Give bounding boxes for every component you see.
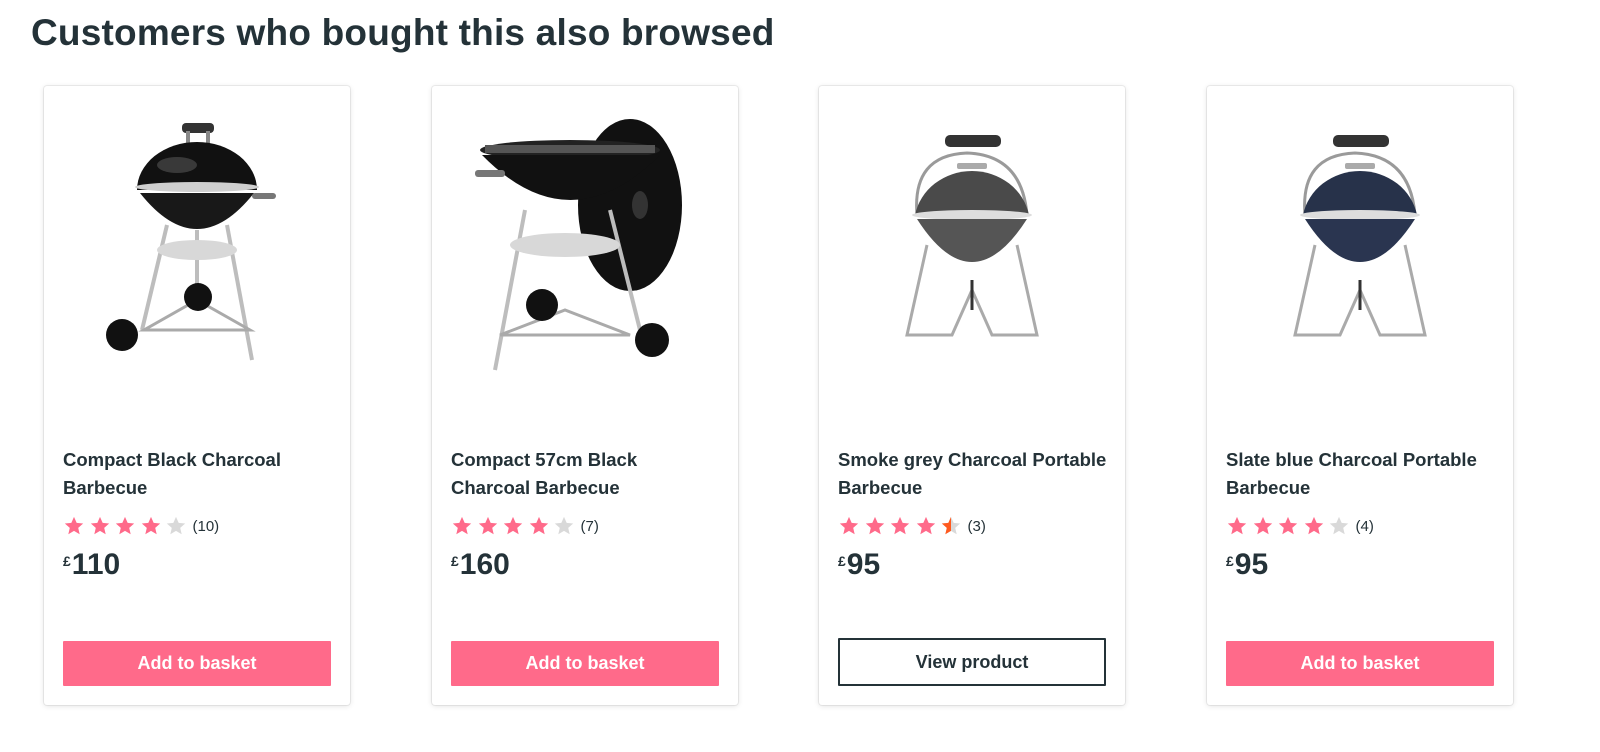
product-card[interactable]: Compact Black Charcoal Barbecue (10) £ 1… (44, 86, 350, 705)
product-image[interactable] (839, 100, 1105, 400)
product-name[interactable]: Slate blue Charcoal Portable Barbecue (1226, 446, 1496, 502)
star-filled-icon (1253, 516, 1272, 535)
section-title: Customers who bought this also browsed (31, 12, 775, 53)
portable-bbq-blue-icon (1293, 135, 1427, 337)
product-name[interactable]: Compact 57cm Black Charcoal Barbecue (451, 446, 721, 502)
kettle-bbq-open-lid-icon (475, 119, 682, 371)
star-filled-icon (141, 516, 160, 535)
product-card[interactable]: Smoke grey Charcoal Portable Barbecue (3… (819, 86, 1125, 705)
price-value: 95 (1234, 548, 1269, 581)
star-empty-icon (166, 516, 186, 535)
review-count: (7) (580, 517, 599, 535)
product-price: £ 95 (1226, 548, 1268, 582)
product-image[interactable] (452, 100, 718, 400)
star-filled-icon (890, 516, 910, 535)
currency-symbol: £ (838, 553, 846, 569)
star-filled-icon (839, 516, 859, 535)
star-rating: (3) (838, 514, 986, 538)
currency-symbol: £ (451, 553, 459, 569)
price-value: 160 (459, 548, 510, 581)
star-filled-icon (1304, 516, 1323, 535)
star-filled-icon (64, 516, 84, 535)
product-image[interactable] (1227, 100, 1493, 400)
review-count: (10) (192, 517, 220, 535)
star-filled-icon (90, 516, 109, 535)
product-name[interactable]: Smoke grey Charcoal Portable Barbecue (838, 446, 1108, 502)
product-price: £ 110 (63, 548, 120, 582)
view-product-button[interactable]: View product (838, 638, 1106, 686)
product-image[interactable] (64, 100, 330, 400)
star-filled-icon (529, 516, 548, 535)
star-filled-icon (1227, 516, 1247, 535)
star-rating: (10) (63, 514, 219, 538)
star-empty-icon (1329, 516, 1349, 535)
star-filled-icon (478, 516, 497, 535)
add-to-basket-button[interactable]: Add to basket (63, 641, 331, 686)
currency-symbol: £ (63, 553, 71, 569)
product-price: £ 95 (838, 548, 880, 582)
product-card[interactable]: Compact 57cm Black Charcoal Barbecue (7)… (432, 86, 738, 705)
star-rating: (4) (1226, 514, 1374, 538)
star-rating: (7) (451, 514, 599, 538)
price-value: 110 (71, 548, 121, 581)
price-value: 95 (846, 548, 881, 581)
star-filled-icon (916, 516, 935, 535)
product-name[interactable]: Compact Black Charcoal Barbecue (63, 446, 333, 502)
kettle-bbq-black-icon (106, 123, 276, 361)
star-empty-icon (554, 516, 574, 535)
portable-bbq-grey-icon (905, 135, 1039, 337)
review-count: (4) (1355, 517, 1374, 535)
product-price: £ 160 (451, 548, 510, 582)
review-count: (3) (967, 517, 986, 535)
star-filled-icon (503, 516, 523, 535)
currency-symbol: £ (1226, 553, 1234, 569)
star-filled-icon (865, 516, 884, 535)
star-filled-icon (452, 516, 472, 535)
add-to-basket-button[interactable]: Add to basket (451, 641, 719, 686)
star-filled-icon (115, 516, 135, 535)
star-half-icon (941, 516, 961, 535)
product-card[interactable]: Slate blue Charcoal Portable Barbecue (4… (1207, 86, 1513, 705)
add-to-basket-button[interactable]: Add to basket (1226, 641, 1494, 686)
star-filled-icon (1278, 516, 1298, 535)
